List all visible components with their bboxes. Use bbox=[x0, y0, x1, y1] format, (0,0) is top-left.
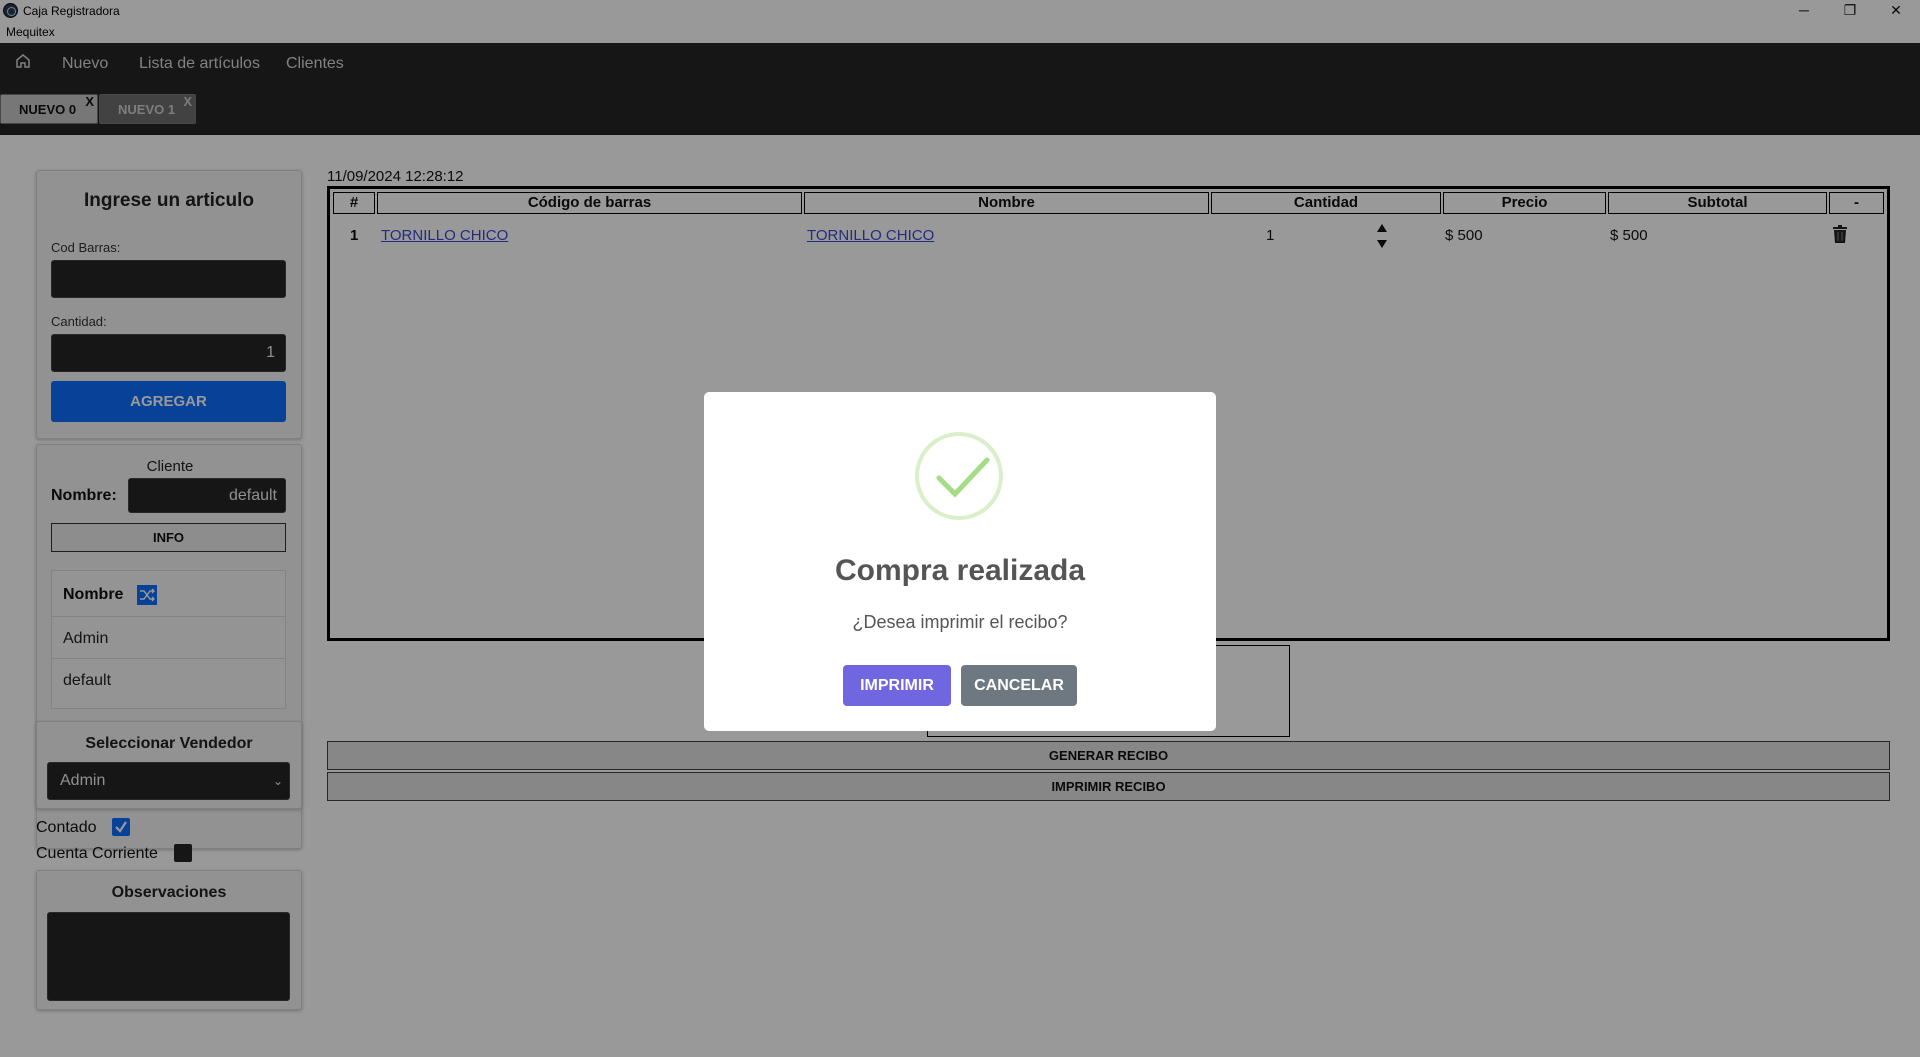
dialog-title: Compra realizada bbox=[834, 554, 1086, 587]
dialog-text: ¿Desea imprimir el recibo? bbox=[852, 612, 1068, 632]
print-button[interactable]: IMPRIMIR bbox=[843, 665, 951, 706]
success-dialog: Compra realizada ¿Desea imprimir el reci… bbox=[704, 392, 1216, 731]
checkmark-icon bbox=[936, 457, 990, 498]
success-check-icon bbox=[915, 432, 1003, 520]
cancel-button[interactable]: CANCELAR bbox=[961, 665, 1077, 706]
